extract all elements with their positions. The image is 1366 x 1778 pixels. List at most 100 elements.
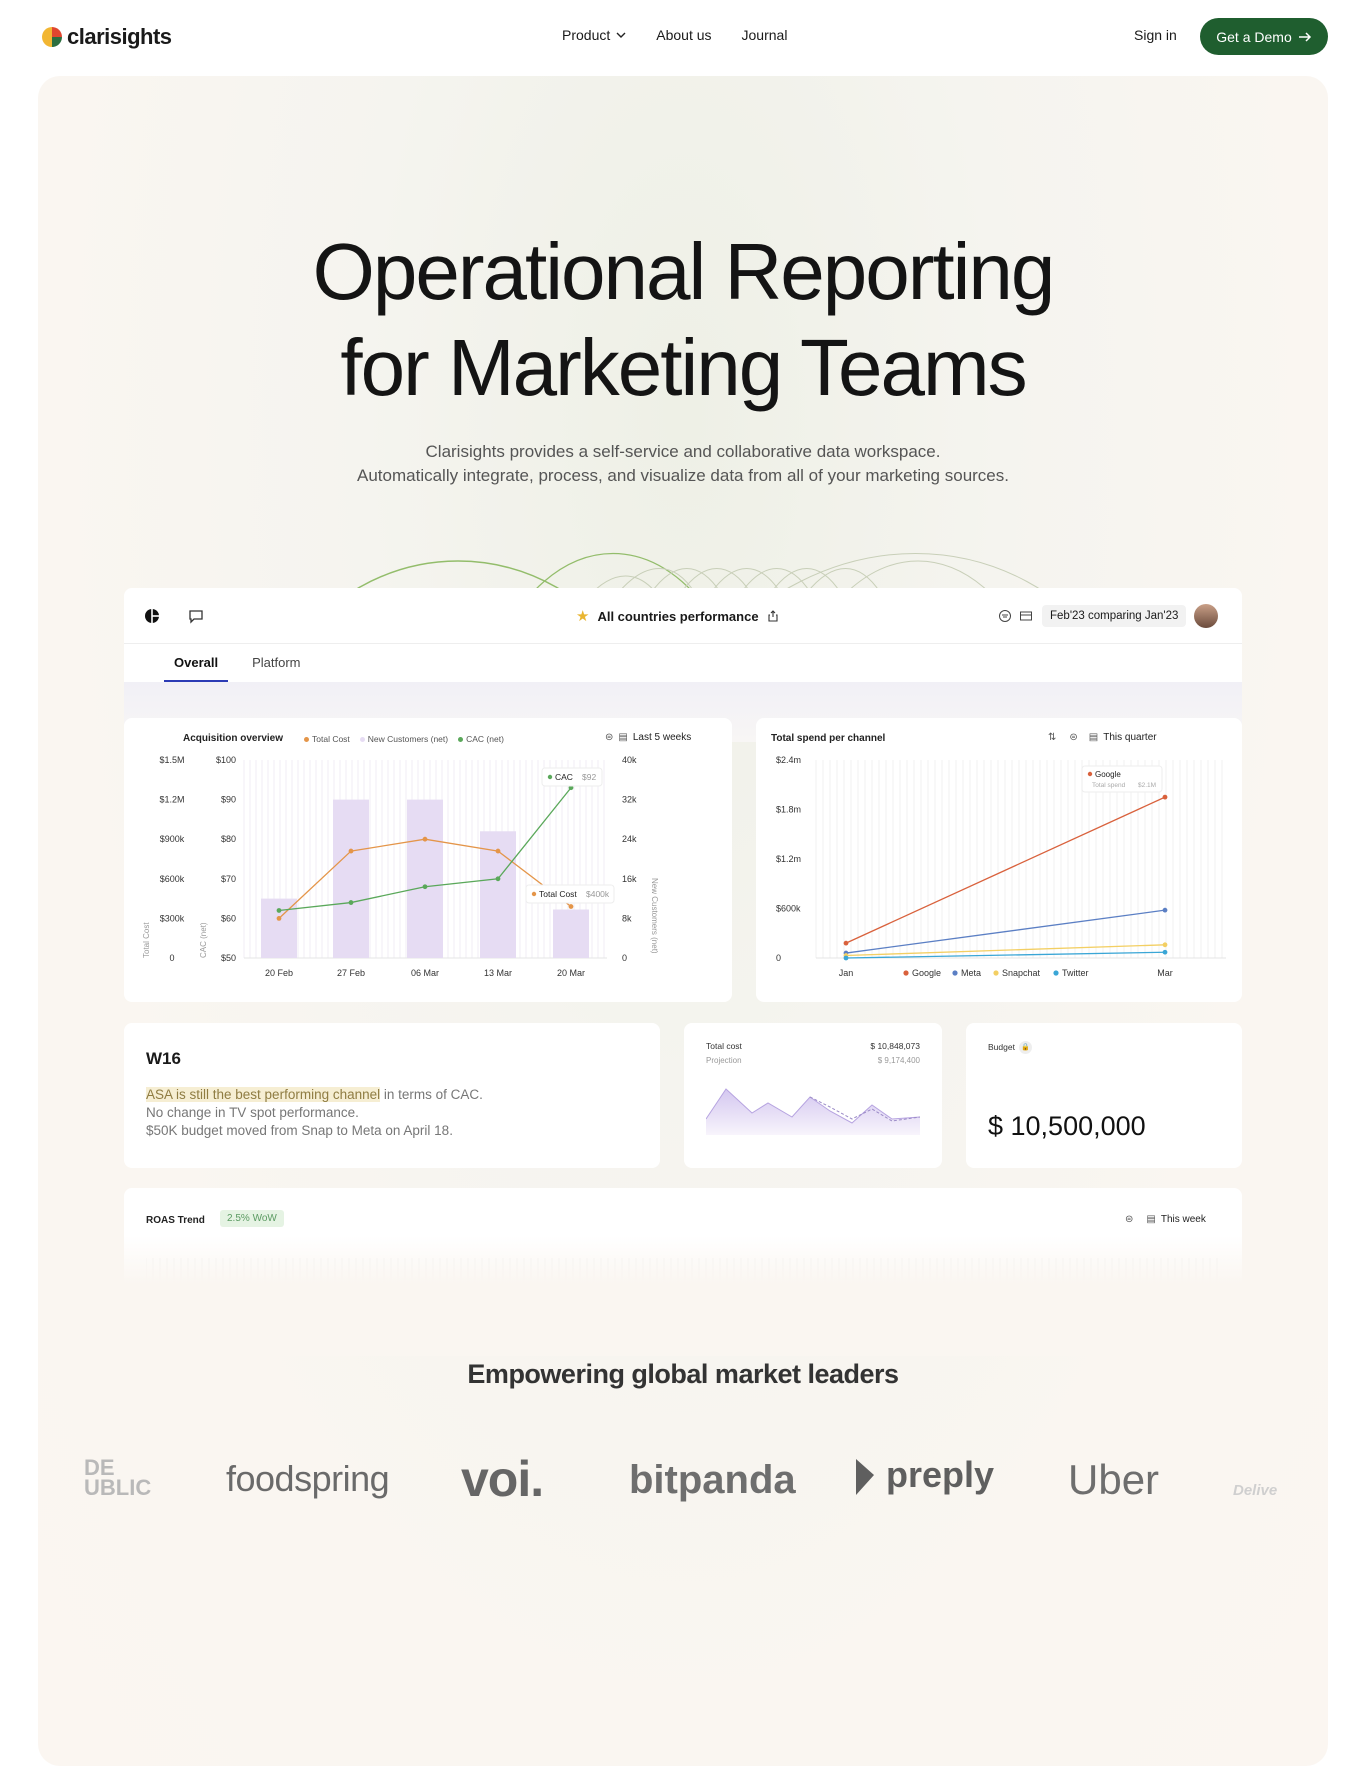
point-google (843, 940, 849, 946)
y-tick-cac: $100 (216, 755, 236, 765)
weekly-note-panel: W16 ASA is still the best performing cha… (124, 1023, 660, 1168)
tab-overall[interactable]: Overall (164, 644, 229, 682)
dashboard-tabs: Overall Platform (164, 644, 311, 682)
clarisights-mark-icon[interactable] (144, 608, 160, 624)
dashboard-fade (38, 1236, 1328, 1356)
layout-icon[interactable] (1019, 609, 1033, 623)
share-icon[interactable] (767, 610, 779, 622)
y-tick-total-cost: $300k (160, 913, 185, 923)
y-tick-cac: $90 (221, 795, 236, 805)
tooltip-google-dot (1087, 771, 1093, 777)
top-nav: clarisights Product About us Journal Sig… (0, 0, 1366, 72)
point-google (1162, 794, 1168, 800)
point-cac (422, 884, 428, 890)
nav-product[interactable]: Product (562, 27, 626, 43)
budget-panel: Budget 🔒 $ 10,500,000 (966, 1023, 1242, 1168)
arrow-right-icon (1298, 31, 1311, 42)
legend-label-meta: Meta (961, 968, 981, 978)
point-total-cost (348, 848, 354, 854)
note-line-1: ASA is still the best performing channel… (146, 1087, 483, 1102)
point-twitter (843, 955, 849, 961)
x-tick-label: 13 Mar (484, 968, 512, 978)
spend-chart: $2.4m $1.8m $1.2m $600k 0 Jan Mar Google Meta Sna… (776, 755, 1226, 978)
y-tick-cac: $80 (221, 834, 236, 844)
y-tick-label: $2.4m (776, 755, 801, 765)
bar-new-customers (407, 799, 443, 958)
hero-subtitle: Clarisights provides a self-service and … (357, 442, 1009, 485)
brand-delivery-logo: Delive (1233, 1482, 1278, 1499)
y-tick-cac: $60 (221, 913, 236, 923)
y-tick-customers: 40k (622, 755, 637, 765)
legend-label-google: Google (912, 968, 941, 978)
legend-dot-snapchat (993, 970, 999, 976)
tooltip-total-cost: Total Cost $400k (525, 884, 615, 904)
roas-range-control[interactable]: ⊜ ▤ This week (1125, 1214, 1206, 1225)
point-total-cost (495, 848, 501, 854)
legend-label-twitter: Twitter (1062, 968, 1089, 978)
tooltip-total-cost-value: $400k (586, 889, 610, 899)
tooltip-google-sub: Total spend (1092, 782, 1126, 789)
tooltip-google-label: Google (1095, 770, 1121, 779)
roas-title: ROAS Trend (146, 1215, 205, 1226)
legend-label-snapchat: Snapchat (1002, 968, 1041, 978)
tooltip-cac-value: $92 (582, 772, 596, 782)
y-tick-cac: $50 (221, 953, 236, 963)
note-line-3: $50K budget moved from Snap to Meta on A… (146, 1123, 453, 1138)
cost-sparkline (706, 1088, 920, 1135)
spend-panel: Total spend per channel ⇅ ⊜ ▤ This quart… (756, 718, 1242, 1002)
tooltip-total-cost-dot (531, 891, 537, 897)
filter-icon[interactable]: ⊜ (1125, 1214, 1133, 1225)
tooltip-google-value: $2.1M (1138, 782, 1156, 789)
clarisights-logo-icon (42, 27, 62, 47)
x-tick-label: Jan (839, 968, 854, 978)
x-tick-label: 20 Feb (265, 968, 293, 978)
legend-dot-google (903, 970, 909, 976)
point-total-cost (276, 916, 282, 921)
date-range-pill[interactable]: Feb'23 comparing Jan'23 (1042, 605, 1187, 627)
nav-journal[interactable]: Journal (742, 27, 788, 43)
y-tick-customers: 16k (622, 874, 637, 884)
legend-dot-twitter (1053, 970, 1059, 976)
y-tick-customers: 24k (622, 834, 637, 844)
x-tick-label: 06 Mar (411, 968, 439, 978)
y-tick-total-cost: $1.2M (159, 795, 184, 805)
dashboard-toolbar: ★ All countries performance Feb'23 compa… (124, 588, 1242, 644)
y-tick-label: 0 (776, 953, 781, 963)
point-total-cost (422, 836, 428, 842)
brand-uber-logo: Uber (1068, 1456, 1160, 1503)
y-tick-customers: 8k (622, 913, 632, 923)
star-icon[interactable]: ★ (576, 607, 589, 625)
y-tick-customers: 0 (622, 953, 627, 963)
point-cac (348, 900, 354, 905)
get-demo-button[interactable]: Get a Demo (1200, 18, 1328, 55)
nav-about[interactable]: About us (656, 27, 711, 43)
logo[interactable]: clarisights (41, 24, 172, 50)
brand-voi-logo: voi. (461, 1451, 544, 1507)
x-tick-label: 20 Mar (557, 968, 585, 978)
filter-icon[interactable] (998, 609, 1012, 623)
bar-new-customers (261, 898, 297, 958)
dashboard-header: ★ All countries performance Feb'23 compa… (124, 588, 1242, 682)
tooltip-total-cost-label: Total Cost (539, 889, 577, 899)
x-tick-label: 27 Feb (337, 968, 365, 978)
tooltip-google: Google Total spend $2.1M (1081, 765, 1163, 793)
comment-icon[interactable] (188, 608, 204, 624)
bar-new-customers (553, 909, 589, 958)
avatar[interactable] (1194, 604, 1218, 628)
acquisition-panel: Acquisition overview Total Cost New Cust… (124, 718, 732, 1002)
roas-badge: 2.5% WoW (220, 1210, 284, 1227)
y-axis-title-customers: New Customers (net) (650, 878, 659, 954)
sign-in-link[interactable]: Sign in (1134, 27, 1177, 43)
brand-foodspring-logo: foodspring (226, 1458, 390, 1499)
lock-icon: 🔒 (1018, 1041, 1032, 1054)
preply-mark-icon (856, 1459, 874, 1496)
y-tick-label: $1.2m (776, 854, 801, 864)
y-axis-title-cac: CAC (net) (199, 922, 208, 958)
point-cac (276, 908, 282, 913)
note-line-2: No change in TV spot performance. (146, 1105, 359, 1120)
y-tick-cac: $70 (221, 874, 236, 884)
brand-bitpanda-logo: bitpanda (629, 1458, 796, 1502)
tab-platform[interactable]: Platform (242, 644, 310, 682)
y-tick-total-cost: $600k (160, 874, 185, 884)
total-cost-label: Total cost (706, 1041, 742, 1051)
